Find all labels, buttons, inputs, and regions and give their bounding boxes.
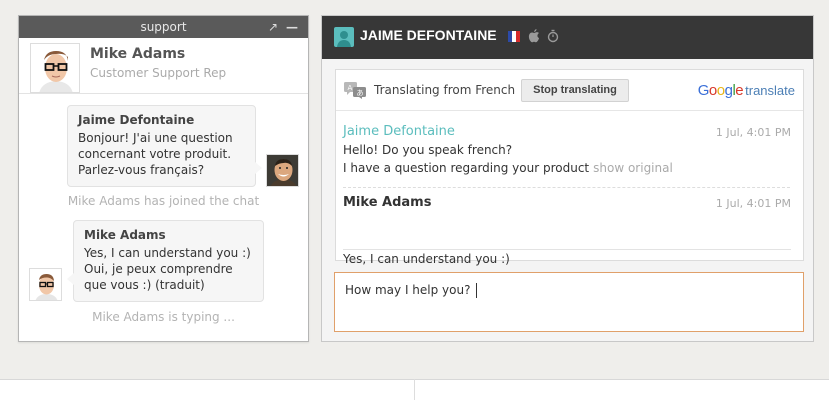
chat-widget: support ↗ — Mike Adams Customer Support …: [18, 15, 309, 342]
translate-bar: A あ Translating from French Stop transla…: [336, 70, 803, 111]
clock-icon: [547, 29, 559, 43]
customer-name: JAIME DEFONTAINE: [360, 27, 497, 43]
svg-text:A: A: [348, 84, 353, 92]
google-translate-word: translate: [745, 83, 795, 98]
translate-label: Translating from French: [374, 83, 516, 97]
text-caret: [476, 283, 478, 298]
bottom-divider: [414, 379, 415, 400]
system-joined-message: Mike Adams has joined the chat: [67, 194, 260, 208]
minimize-icon[interactable]: —: [286, 16, 298, 38]
message-input[interactable]: How may I help you?: [334, 272, 804, 332]
agent-role: Customer Support Rep: [90, 66, 227, 80]
widget-titlebar: support ↗ —: [19, 16, 308, 38]
message-time: 1 Jul, 4:01 PM: [715, 197, 791, 210]
agent-photo: [30, 43, 80, 93]
france-flag-icon: [508, 31, 520, 42]
google-logo-letter: e: [735, 82, 744, 99]
popout-icon[interactable]: ↗: [268, 16, 278, 38]
user-icon: [334, 27, 354, 47]
agent-message-bubble: Mike Adams Yes, I can understand you :) …: [67, 220, 264, 302]
message-input-value: How may I help you?: [345, 283, 471, 297]
show-original-link[interactable]: show original: [593, 161, 673, 175]
message-line: Yes, I can understand you :): [343, 252, 510, 266]
google-logo-letter: G: [697, 82, 710, 99]
agent-console: JAIME DEFONTAINE A あ Translating from Fr…: [321, 15, 814, 342]
console-header: JAIME DEFONTAINE: [322, 16, 813, 59]
svg-text:あ: あ: [357, 89, 364, 97]
apple-icon: [528, 29, 539, 43]
message-text: Yes, I can understand you :) Oui, je peu…: [84, 246, 251, 292]
agent-avatar: [29, 268, 62, 301]
stop-translating-button[interactable]: Stop translating: [521, 79, 629, 102]
widget-title: support: [140, 20, 187, 34]
message-time: 1 Jul, 4:01 PM: [715, 126, 791, 139]
agent-header: Mike Adams Customer Support Rep: [19, 38, 308, 94]
message-text: Bonjour! J'ai une question concernant vo…: [78, 131, 233, 177]
google-logo-letter: o: [716, 82, 725, 99]
message-line: Hello! Do you speak french?: [343, 143, 513, 157]
chat-message: Jaime Defontaine 1 Jul, 4:01 PM Hello! D…: [343, 123, 791, 177]
agent-name: Mike Adams: [90, 46, 186, 62]
message-line: I have a question regarding your product: [343, 161, 590, 175]
message-author: Jaime Defontaine: [78, 113, 195, 127]
translate-icon: A あ: [344, 82, 366, 99]
message-divider: [343, 187, 790, 188]
google-translate-logo: Google translate: [698, 82, 795, 99]
google-logo-letter: o: [708, 82, 717, 99]
chat-message: Mike Adams 1 Jul, 4:01 PM Yes, I can und…: [343, 194, 791, 268]
message-author: Mike Adams: [84, 228, 166, 242]
customer-avatar: [266, 154, 299, 187]
customer-message-bubble: Jaime Defontaine Bonjour! J'ai une quest…: [67, 105, 262, 187]
typing-indicator: Mike Adams is typing ...: [92, 310, 235, 324]
conversation-panel: A あ Translating from French Stop transla…: [335, 69, 804, 266]
